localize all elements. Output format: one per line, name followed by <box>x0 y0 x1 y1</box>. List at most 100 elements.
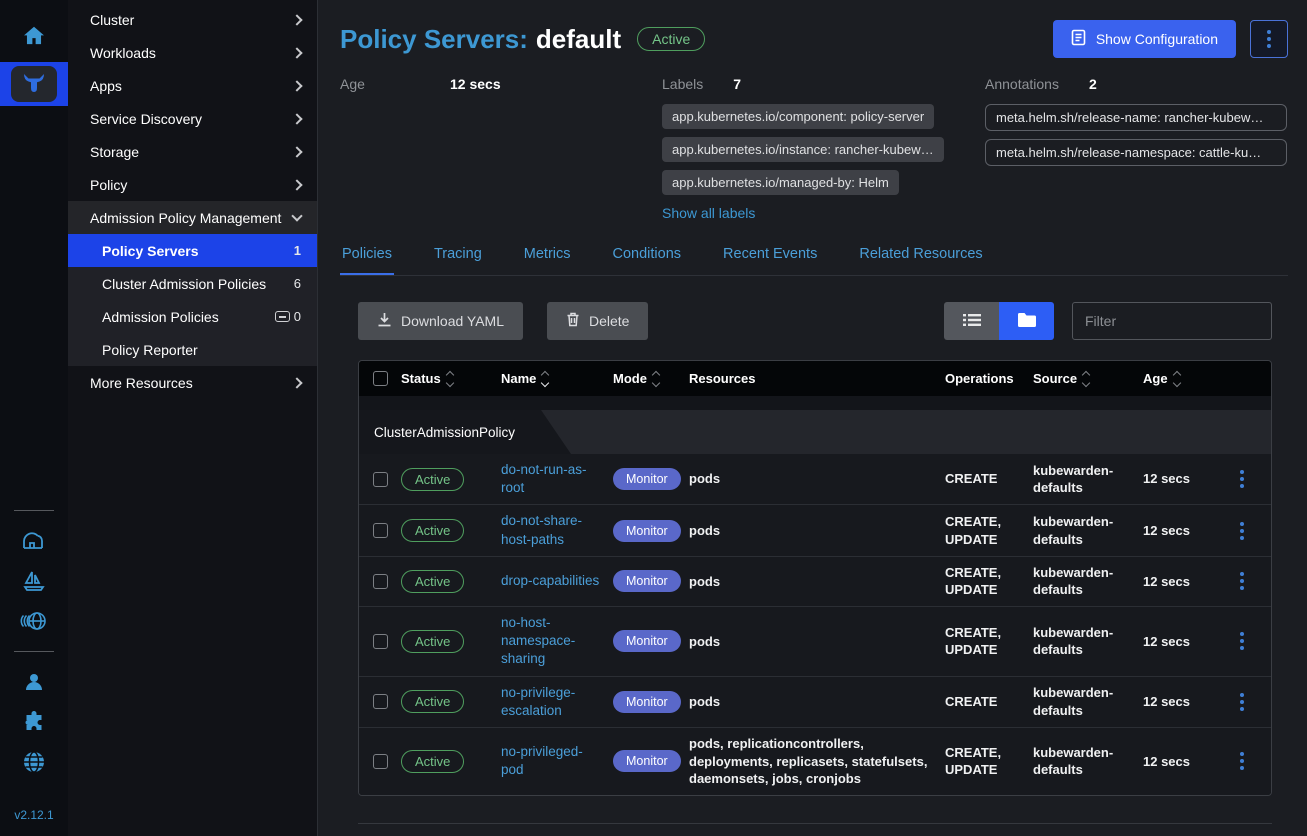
sidebar-item-service-discovery[interactable]: Service Discovery <box>68 102 317 135</box>
kebab-icon <box>1240 470 1244 488</box>
row-checkbox[interactable] <box>373 523 388 538</box>
delete-button[interactable]: Delete <box>547 302 648 340</box>
sidebar-item-apps[interactable]: Apps <box>68 69 317 102</box>
status-badge: Active <box>401 690 464 713</box>
list-view-button[interactable] <box>944 302 999 340</box>
cluster-shortcut-2-button[interactable] <box>0 561 68 601</box>
status-badge: Active <box>401 519 464 542</box>
operations-cell: CREATE, UPDATE <box>945 624 1033 659</box>
row-kebab-menu-button[interactable] <box>1240 470 1244 488</box>
tab-conditions[interactable]: Conditions <box>611 237 684 275</box>
main-content: Policy Servers:default Active Show Confi… <box>318 0 1307 836</box>
source-cell: kubewarden-defaults <box>1033 564 1143 599</box>
tab-metrics[interactable]: Metrics <box>522 237 573 275</box>
barn-icon <box>21 529 47 553</box>
policy-name-link[interactable]: no-privileged-pod <box>501 744 583 777</box>
content-divider <box>358 823 1272 824</box>
source-cell: kubewarden-defaults <box>1033 462 1143 497</box>
chevron-right-icon <box>291 14 302 25</box>
home-button[interactable] <box>0 16 68 56</box>
chevron-down-icon <box>291 210 302 221</box>
sidebar-item-cluster-admission-policies[interactable]: Cluster Admission Policies 6 <box>68 267 317 300</box>
sort-icon <box>447 372 453 386</box>
sidebar-item-storage[interactable]: Storage <box>68 135 317 168</box>
row-kebab-menu-button[interactable] <box>1240 522 1244 540</box>
operations-cell: CREATE, UPDATE <box>945 744 1033 779</box>
label-chip: app.kubernetes.io/instance: rancher-kube… <box>662 137 944 162</box>
row-checkbox[interactable] <box>373 754 388 769</box>
chevron-right-icon <box>291 179 302 190</box>
row-kebab-menu-button[interactable] <box>1240 752 1244 770</box>
count-badge: 0 <box>294 309 301 324</box>
table-row: Active do-not-run-as-root Monitor pods C… <box>359 454 1271 504</box>
show-all-labels-link[interactable]: Show all labels <box>662 205 755 221</box>
page-title: Policy Servers:default <box>340 24 621 55</box>
column-header-mode[interactable]: Mode <box>613 371 689 386</box>
document-icon <box>1071 29 1086 49</box>
column-header-age[interactable]: Age <box>1143 371 1217 386</box>
sidebar-item-admission-policies[interactable]: Admission Policies 0 <box>68 300 317 333</box>
row-checkbox[interactable] <box>373 634 388 649</box>
cluster-shortcut-1-button[interactable] <box>0 521 68 561</box>
locale-button[interactable] <box>0 742 68 782</box>
sort-icon <box>1174 372 1180 386</box>
row-kebab-menu-button[interactable] <box>1240 572 1244 590</box>
row-checkbox[interactable] <box>373 472 388 487</box>
table-row: Active do-not-share-host-paths Monitor p… <box>359 504 1271 555</box>
operations-cell: CREATE, UPDATE <box>945 564 1033 599</box>
extensions-button[interactable] <box>0 702 68 742</box>
detail-meta: Age 12 secs Labels 7 app.kubernetes.io/c… <box>340 76 1288 223</box>
row-kebab-menu-button[interactable] <box>1240 693 1244 711</box>
sidebar-item-admission-policy-management[interactable]: Admission Policy Management <box>68 201 317 234</box>
age-cell: 12 secs <box>1143 522 1217 540</box>
sidebar-item-policy[interactable]: Policy <box>68 168 317 201</box>
count-badge: 6 <box>294 276 301 291</box>
operations-cell: CREATE <box>945 470 1033 488</box>
kubewarden-app-button[interactable] <box>0 62 68 106</box>
operations-cell: CREATE, UPDATE <box>945 513 1033 548</box>
row-checkbox[interactable] <box>373 574 388 589</box>
policy-name-link[interactable]: do-not-share-host-paths <box>501 513 582 546</box>
policy-name-link[interactable]: no-host-namespace-sharing <box>501 615 575 666</box>
policy-name-link[interactable]: no-privilege-escalation <box>501 685 575 718</box>
cluster-shortcut-3-button[interactable] <box>0 601 68 641</box>
row-checkbox[interactable] <box>373 694 388 709</box>
counter-icon <box>275 311 290 322</box>
select-all-checkbox[interactable] <box>373 371 388 386</box>
user-menu-button[interactable] <box>0 662 68 702</box>
resources-cell: pods <box>689 573 945 591</box>
count-badge: 1 <box>294 243 301 258</box>
tab-policies[interactable]: Policies <box>340 237 394 275</box>
sidebar-item-more-resources[interactable]: More Resources <box>68 366 317 399</box>
kebab-icon <box>1240 632 1244 650</box>
chevron-right-icon <box>291 377 302 388</box>
show-configuration-button[interactable]: Show Configuration <box>1053 20 1236 58</box>
group-view-button[interactable] <box>999 302 1054 340</box>
row-kebab-menu-button[interactable] <box>1240 632 1244 650</box>
sidebar-item-policy-reporter[interactable]: Policy Reporter <box>68 333 317 366</box>
header-kebab-menu-button[interactable] <box>1250 20 1288 58</box>
filter-input[interactable] <box>1072 302 1272 340</box>
table-row: Active drop-capabilities Monitor pods CR… <box>359 556 1271 606</box>
column-header-status[interactable]: Status <box>401 371 501 386</box>
chevron-right-icon <box>291 47 302 58</box>
column-header-operations[interactable]: Operations <box>945 371 1033 386</box>
column-header-resources[interactable]: Resources <box>689 371 945 386</box>
tab-tracing[interactable]: Tracing <box>432 237 484 275</box>
sidebar: Cluster Workloads Apps Service Discovery… <box>68 0 318 836</box>
age-value: 12 secs <box>450 76 501 92</box>
download-yaml-button[interactable]: Download YAML <box>358 302 523 340</box>
labels-label: Labels <box>662 76 703 92</box>
resources-cell: pods <box>689 633 945 651</box>
sidebar-item-workloads[interactable]: Workloads <box>68 36 317 69</box>
tab-related-resources[interactable]: Related Resources <box>857 237 984 275</box>
sidebar-item-cluster[interactable]: Cluster <box>68 3 317 36</box>
column-header-name[interactable]: Name <box>501 371 613 386</box>
tab-recent-events[interactable]: Recent Events <box>721 237 819 275</box>
policy-name-link[interactable]: drop-capabilities <box>501 573 599 588</box>
table-row: Active no-privilege-escalation Monitor p… <box>359 676 1271 727</box>
policy-name-link[interactable]: do-not-run-as-root <box>501 462 587 495</box>
column-header-source[interactable]: Source <box>1033 371 1143 386</box>
mode-badge: Monitor <box>613 750 681 772</box>
sidebar-item-policy-servers[interactable]: Policy Servers 1 <box>68 234 317 267</box>
